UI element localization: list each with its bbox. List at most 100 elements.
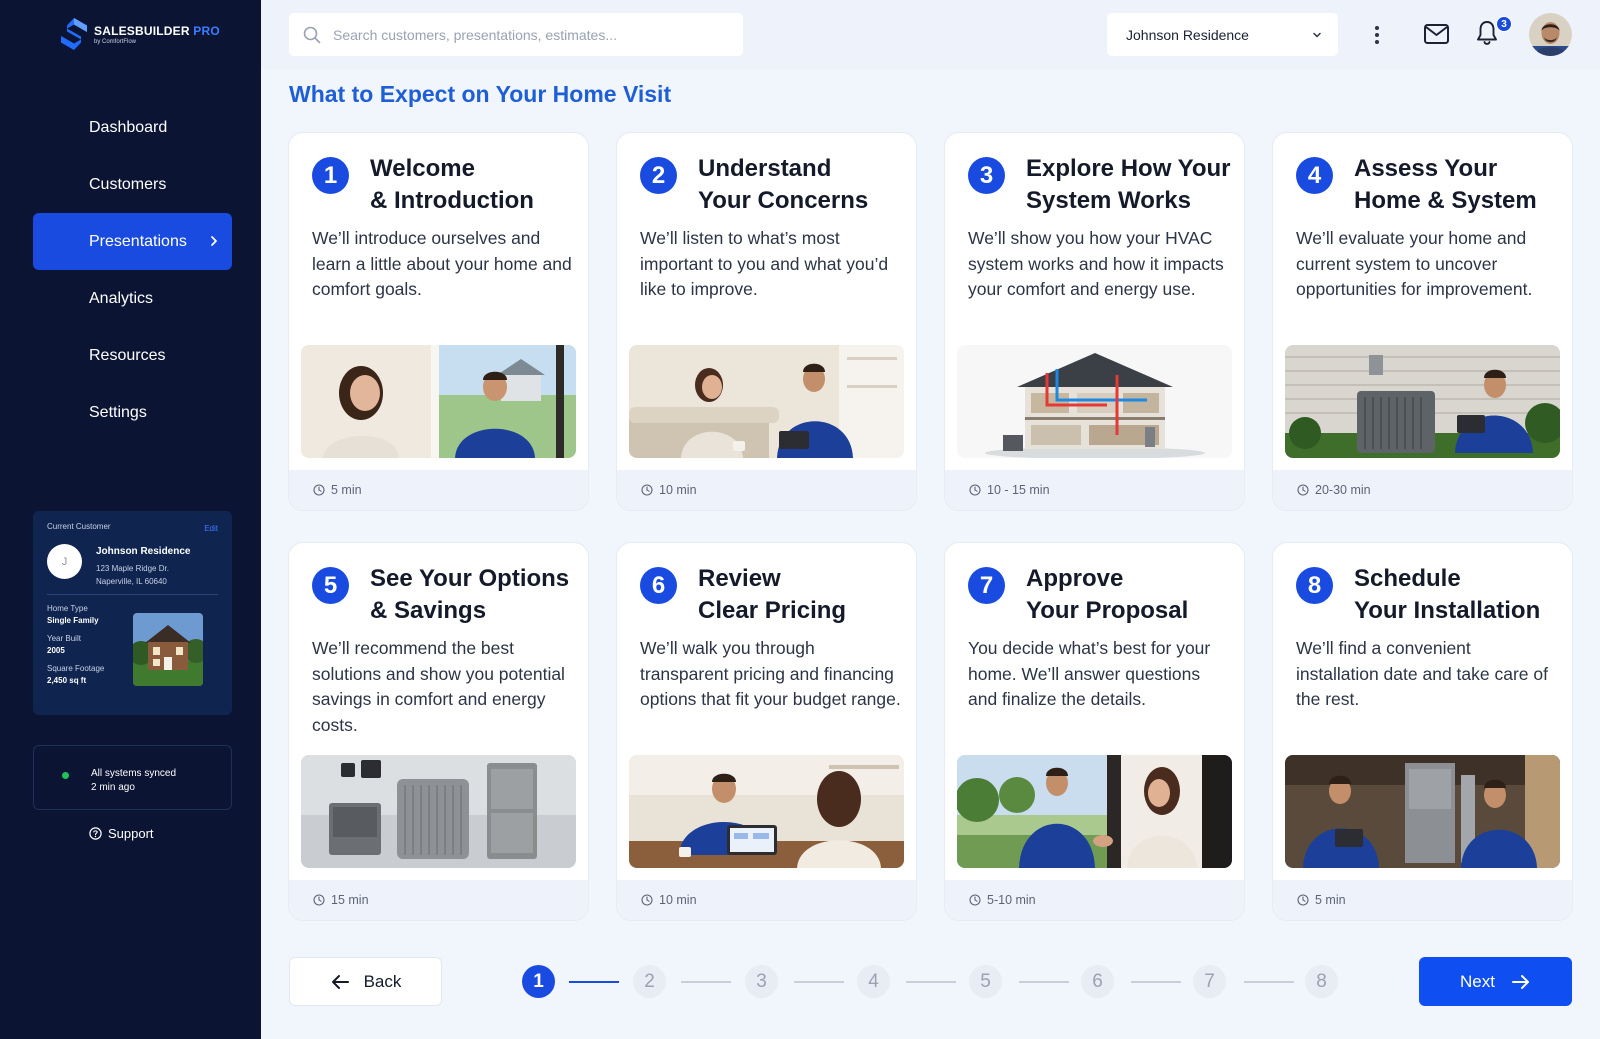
step-description: We’ll find a convenient installation dat… <box>1296 638 1548 709</box>
step-connector <box>794 981 844 983</box>
pricing-review-photo <box>629 755 904 868</box>
search-bar[interactable] <box>289 13 743 56</box>
step-number: 5 <box>312 567 349 604</box>
main-nav: Dashboard Customers Presentations Analyt… <box>33 99 232 441</box>
more-options-icon[interactable] <box>1370 24 1384 46</box>
step-number: 1 <box>312 157 349 194</box>
step-duration: 10 min <box>617 880 916 920</box>
nav-item-customers[interactable]: Customers <box>33 156 232 213</box>
chevron-right-icon <box>211 236 217 246</box>
clock-icon <box>969 484 981 496</box>
step-duration-text: 15 min <box>331 893 369 907</box>
home-type-value: Single Family <box>47 616 99 625</box>
step-card-3[interactable]: 3 Explore How Your System Works We’ll sh… <box>945 133 1244 510</box>
step-description: We’ll show you how your HVAC system work… <box>968 228 1224 299</box>
step-description: We’ll evaluate your home and current sys… <box>1296 228 1533 299</box>
search-input[interactable] <box>333 26 723 43</box>
notification-badge: 3 <box>1496 16 1512 32</box>
customer-address: 123 Maple Ridge Dr. Naperville, IL 60640 <box>96 564 169 586</box>
logo-mark-icon <box>61 18 87 50</box>
back-button[interactable]: Back <box>289 957 442 1006</box>
step-duration-text: 10 min <box>659 893 697 907</box>
support-link[interactable]: Support <box>89 826 154 841</box>
step-title: Explore How Your System Works <box>1026 155 1231 214</box>
step-number: 3 <box>968 157 1005 194</box>
step-indicator-6[interactable]: 6 <box>1081 965 1114 998</box>
clock-icon <box>313 484 325 496</box>
step-card-5[interactable]: 5 See Your Options & Savings We’ll recom… <box>289 543 588 920</box>
step-card-7[interactable]: 7 Approve Your Proposal You decide what’… <box>945 543 1244 920</box>
step-title: Understand Your Concerns <box>698 155 869 214</box>
house-photo <box>133 613 203 686</box>
square-footage-label: Square Footage <box>47 664 105 673</box>
step-card-1[interactable]: 1 Welcome & Introduction We’ll introduce… <box>289 133 588 510</box>
step-indicator-5[interactable]: 5 <box>969 965 1002 998</box>
step-indicator-3[interactable]: 3 <box>745 965 778 998</box>
page-title: What to Expect on Your Home Visit <box>289 81 672 107</box>
help-circle-icon <box>89 827 102 840</box>
customer-select-value: Johnson Residence <box>1126 26 1249 43</box>
search-icon <box>303 26 321 43</box>
year-built-label: Year Built <box>47 634 81 643</box>
sidebar: SALESBUILDER PRO by ComfortFlow Dashboar… <box>0 0 261 1039</box>
handshake-photo <box>957 755 1232 868</box>
step-title: See Your Options & Savings <box>370 565 570 624</box>
step-description: We’ll recommend the best solutions and s… <box>312 638 565 735</box>
divider <box>47 594 218 595</box>
brand-logo[interactable]: SALESBUILDER PRO by ComfortFlow <box>60 17 220 51</box>
customer-select[interactable]: Johnson Residence <box>1107 13 1338 56</box>
home-type-label: Home Type <box>47 604 88 613</box>
user-avatar[interactable] <box>1529 13 1572 56</box>
support-label: Support <box>108 826 154 841</box>
step-duration: 5-10 min <box>945 880 1244 920</box>
step-number: 6 <box>640 567 677 604</box>
mail-icon[interactable] <box>1423 21 1450 47</box>
step-indicator-1[interactable]: 1 <box>522 965 555 998</box>
step-indicator-4[interactable]: 4 <box>857 965 890 998</box>
step-number: 8 <box>1296 567 1333 604</box>
step-connector <box>681 981 731 983</box>
nav-item-dashboard[interactable]: Dashboard <box>33 99 232 156</box>
clock-icon <box>1297 484 1309 496</box>
step-number: 7 <box>968 567 1005 604</box>
nav-item-settings[interactable]: Settings <box>33 384 232 441</box>
customer-name: Johnson Residence <box>96 546 191 557</box>
step-indicator-2[interactable]: 2 <box>633 965 666 998</box>
step-card-2[interactable]: 2 Understand Your Concerns We’ll listen … <box>617 133 916 510</box>
customer-avatar: J <box>47 544 82 579</box>
step-card-6[interactable]: 6 Review Clear Pricing We’ll walk you th… <box>617 543 916 920</box>
step-title: Schedule Your Installation <box>1354 565 1541 624</box>
edit-customer-link[interactable]: Edit <box>204 524 218 533</box>
back-button-label: Back <box>363 971 402 991</box>
step-duration-text: 20-30 min <box>1315 483 1371 497</box>
step-description: You decide what’s best for your home. We… <box>968 638 1211 709</box>
step-duration: 15 min <box>289 880 588 920</box>
step-title: Approve Your Proposal <box>1026 565 1189 624</box>
chevron-down-icon <box>1313 32 1321 38</box>
year-built-value: 2005 <box>47 646 65 655</box>
nav-item-presentations[interactable]: Presentations <box>33 213 232 270</box>
current-customer-heading: Current Customer <box>47 522 111 531</box>
nav-item-analytics[interactable]: Analytics <box>33 270 232 327</box>
step-number: 4 <box>1296 157 1333 194</box>
step-duration-text: 5 min <box>331 483 362 497</box>
step-connector <box>1131 981 1181 983</box>
step-card-4[interactable]: 4 Assess Your Home & System We’ll evalua… <box>1273 133 1572 510</box>
clock-icon <box>641 484 653 496</box>
step-indicator-8[interactable]: 8 <box>1305 965 1338 998</box>
next-button-label: Next <box>1460 971 1495 991</box>
nav-item-resources[interactable]: Resources <box>33 327 232 384</box>
step-duration: 10 min <box>617 470 916 510</box>
sync-status-text: All systems synced 2 min ago <box>91 768 177 793</box>
step-number: 2 <box>640 157 677 194</box>
clock-icon <box>313 894 325 906</box>
arrow-left-icon <box>331 974 349 989</box>
sync-status-dot <box>62 772 69 779</box>
step-indicator-7[interactable]: 7 <box>1193 965 1226 998</box>
step-description: We’ll walk you through transparent prici… <box>640 638 901 709</box>
brand-name: SALESBUILDER PRO <box>94 23 220 38</box>
step-card-8[interactable]: 8 Schedule Your Installation We’ll find … <box>1273 543 1572 920</box>
nav-item-presentations-label: Presentations <box>89 232 187 250</box>
step-duration-text: 10 min <box>659 483 697 497</box>
next-button[interactable]: Next <box>1419 957 1572 1006</box>
